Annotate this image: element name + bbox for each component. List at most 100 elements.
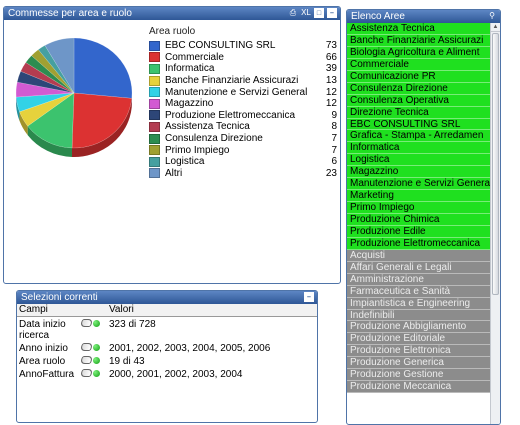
pie-chart[interactable] — [10, 23, 138, 179]
list-item[interactable]: Acquisti — [347, 249, 490, 262]
search-icon[interactable]: ⚲ — [487, 11, 497, 21]
selection-field: AnnoFattura — [19, 369, 75, 380]
list-item[interactable]: Primo Impiego — [347, 202, 490, 214]
legend-item[interactable]: EBC CONSULTING SRL 73 — [149, 40, 337, 52]
chart-panel-title: Commesse per area e ruolo — [8, 8, 132, 19]
clear-selection-icon[interactable] — [79, 369, 94, 377]
scroll-up-arrow-icon[interactable]: ▲ — [491, 23, 500, 32]
list-item[interactable]: Grafica - Stampa - Arredamen — [347, 130, 490, 143]
legend-value: 8 — [331, 121, 337, 133]
list-item[interactable]: Impiantistica e Engineering — [347, 297, 490, 310]
legend-item[interactable]: Consulenza Direzione 7 — [149, 133, 337, 145]
list-item[interactable]: Marketing — [347, 190, 490, 203]
selection-row: Area ruolo 19 di 43 — [17, 354, 317, 367]
legend-value: 73 — [325, 40, 337, 52]
clear-selection-icon[interactable] — [79, 343, 94, 351]
legend-label: EBC CONSULTING SRL — [165, 40, 276, 52]
selection-field: Anno inizio — [19, 343, 68, 354]
list-item[interactable]: EBC CONSULTING SRL — [347, 118, 490, 131]
list-item[interactable]: Comunicazione PR — [347, 70, 490, 83]
detach-icon[interactable]: □ — [314, 8, 324, 18]
list-item[interactable]: Produzione Elettronica — [347, 345, 490, 358]
list-item[interactable]: Banche Finanziarie Assicurazi — [347, 34, 490, 47]
selection-row: AnnoFattura 2000, 2001, 2002, 2003, 2004 — [17, 367, 317, 380]
list-item[interactable]: Manutenzione e Servizi General — [347, 178, 490, 191]
list-item[interactable]: Logistica — [347, 154, 490, 167]
legend-swatch — [149, 52, 160, 63]
legend-title: Area ruolo — [149, 26, 196, 37]
list-item[interactable]: Biologia Agricoltura e Aliment — [347, 46, 490, 59]
legend-item[interactable]: Magazzino 12 — [149, 98, 337, 110]
legend-swatch — [149, 98, 160, 109]
list-item[interactable]: Produzione Chimica — [347, 214, 490, 226]
xl-icon[interactable]: XL — [301, 8, 311, 18]
legend-label: Primo Impiego — [165, 144, 230, 156]
legend-swatch — [149, 87, 160, 98]
legend-item[interactable]: Informatica 39 — [149, 63, 337, 75]
list-item[interactable]: Produzione Edile — [347, 225, 490, 238]
legend-value: 39 — [325, 63, 337, 75]
selection-state-icon — [93, 356, 100, 364]
legend-swatch — [149, 145, 160, 156]
list-item[interactable]: Consulenza Direzione — [347, 82, 490, 95]
pie-slice[interactable] — [73, 37, 133, 99]
list-item[interactable]: Magazzino — [347, 166, 490, 179]
legend-label: Magazzino — [165, 98, 214, 110]
legend-label: Banche Finanziarie Assicurazi — [165, 75, 299, 87]
selections-panel-caption[interactable]: Selezioni correnti – — [17, 291, 317, 304]
legend-value: 13 — [325, 75, 337, 87]
selection-state-icon — [93, 369, 100, 377]
list-item[interactable]: Produzione Generica — [347, 357, 490, 370]
list-item[interactable]: Indefinibili — [347, 309, 490, 322]
list-item[interactable]: Commerciale — [347, 58, 490, 71]
chart-panel: Commesse per area e ruolo ⎙ XL □ – Area … — [3, 6, 341, 284]
pie-slice[interactable] — [71, 92, 133, 149]
list-item[interactable]: Produzione Editoriale — [347, 333, 490, 346]
chart-panel-caption[interactable]: Commesse per area e ruolo ⎙ XL □ – — [4, 7, 340, 20]
selection-row: Anno inizio 2001, 2002, 2003, 2004, 2005,… — [17, 341, 317, 354]
legend-value: 66 — [325, 51, 337, 63]
selections-panel-title: Selezioni correnti — [21, 292, 98, 303]
legend-value: 9 — [331, 109, 337, 121]
selection-actions — [79, 354, 107, 367]
legend-label: Consulenza Direzione — [165, 133, 263, 145]
legend-item[interactable]: Commerciale 66 — [149, 52, 337, 64]
list-item[interactable]: Consulenza Operativa — [347, 94, 490, 107]
list-item[interactable]: Produzione Elettromeccanica — [347, 237, 490, 250]
legend-item[interactable]: Produzione Elettromeccanica 9 — [149, 110, 337, 122]
legend-item[interactable]: Primo Impiego 7 — [149, 144, 337, 156]
legend-item[interactable]: Manutenzione e Servizi General 12 — [149, 86, 337, 98]
list-item[interactable]: Direzione Tecnica — [347, 106, 490, 119]
list-item[interactable]: Informatica — [347, 142, 490, 155]
list-item[interactable]: Produzione Meccanica — [347, 381, 490, 394]
selection-state-icon — [93, 319, 100, 327]
selection-actions — [79, 367, 107, 380]
legend-item[interactable]: Banche Finanziarie Assicurazi 13 — [149, 75, 337, 87]
scrollbar-thumb[interactable] — [492, 33, 499, 295]
vertical-scrollbar[interactable]: ▲ — [490, 23, 500, 424]
clear-selection-icon[interactable] — [79, 356, 94, 364]
selection-value: 19 di 43 — [109, 356, 145, 367]
selection-state-icon — [93, 343, 100, 351]
legend-swatch — [149, 40, 160, 51]
column-header-values: Valori — [107, 304, 317, 317]
current-selections-panel: Selezioni correnti – Campi Valori Data i… — [16, 290, 318, 423]
list-panel-caption[interactable]: Elenco Aree ⚲ — [347, 10, 500, 23]
legend-item[interactable]: Altri 23 — [149, 168, 337, 180]
chart-legend: Area ruolo EBC CONSULTING SRL 73 Commercia… — [149, 26, 337, 179]
list-item[interactable]: Affari Generali e Legali — [347, 261, 490, 274]
list-item[interactable]: Produzione Gestione — [347, 369, 490, 382]
list-item[interactable]: Assistenza Tecnica — [347, 23, 490, 35]
legend-item[interactable]: Assistenza Tecnica 8 — [149, 121, 337, 133]
list-item[interactable]: Amministrazione — [347, 273, 490, 286]
legend-item[interactable]: Logistica 6 — [149, 156, 337, 168]
print-icon[interactable]: ⎙ — [288, 8, 298, 18]
minimize-icon[interactable]: – — [327, 8, 337, 18]
legend-label: Commerciale — [165, 51, 224, 63]
list-item[interactable]: Farmaceutica e Sanità — [347, 285, 490, 298]
list-box-elenco-aree: Elenco Aree ⚲ Assistenza Tecnica Banche F… — [346, 9, 501, 425]
minimize-icon[interactable]: – — [304, 292, 314, 302]
column-header-icons — [79, 304, 107, 317]
clear-selection-icon[interactable] — [79, 319, 94, 327]
list-item[interactable]: Produzione Abbigliamento — [347, 321, 490, 334]
